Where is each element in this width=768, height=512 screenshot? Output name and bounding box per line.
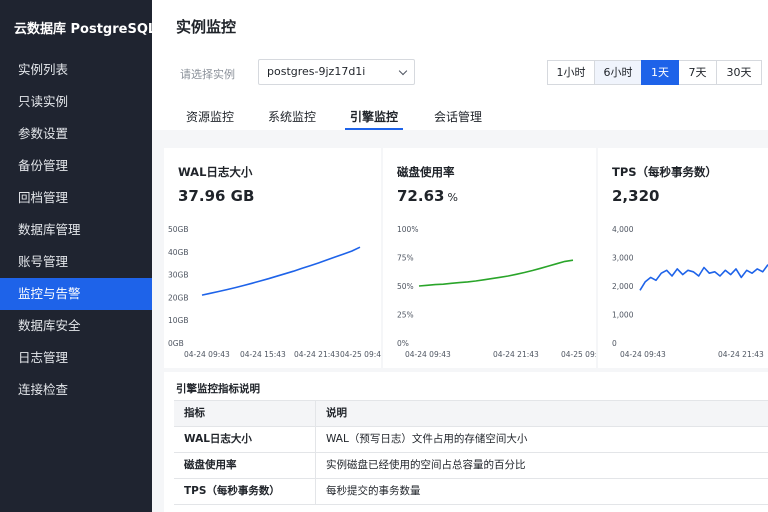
tab-system-monitoring[interactable]: 系统监控 xyxy=(268,101,316,130)
page-title: 实例监控 xyxy=(176,18,237,36)
product-name: 云数据库 PostgreSQL xyxy=(14,22,157,37)
y-tick-label: 20GB xyxy=(168,293,189,302)
x-tick-label: 04-24 21:43 xyxy=(294,350,340,359)
y-tick-label: 75% xyxy=(397,254,414,263)
tab-resource-monitoring[interactable]: 资源监控 xyxy=(186,101,234,130)
tab-session-management[interactable]: 会话管理 xyxy=(434,101,482,130)
sidebar-item-parameters[interactable]: 参数设置 xyxy=(0,118,152,150)
y-tick-label: 0% xyxy=(397,339,409,348)
sidebar-item-logs[interactable]: 日志管理 xyxy=(0,342,152,374)
x-tick-label: 04-24 21:43 xyxy=(718,350,764,359)
range-button-7d[interactable]: 7天 xyxy=(678,60,717,85)
y-tick-label: 100% xyxy=(397,225,418,234)
chart-card-tps: TPS（每秒事务数） 2,320 4,000 3,000 2,000 1,000 0 04… xyxy=(598,148,768,368)
column-header-description: 说明 xyxy=(326,407,347,419)
metric-name: WAL日志大小 xyxy=(174,427,316,452)
table-row: TPS（每秒事务数） 每秒提交的事务数量 xyxy=(174,479,768,505)
wal-size-chart: 50GB 40GB 30GB 20GB 10GB 0GB04-24 09:43 04-24 … xyxy=(168,225,381,359)
x-tick-label: 04-24 15:43 xyxy=(240,350,286,359)
instance-select-value: postgres-9jz17d1i xyxy=(267,65,366,78)
sidebar-nav: 实例列表 只读实例 参数设置 备份管理 回档管理 数据库管理 账号管理 监控与告… xyxy=(0,54,152,406)
sidebar-item-rollback[interactable]: 回档管理 xyxy=(0,182,152,214)
range-button-6h[interactable]: 6小时 xyxy=(594,60,642,85)
range-button-1d[interactable]: 1天 xyxy=(641,60,679,85)
sidebar-item-monitoring[interactable]: 监控与告警 xyxy=(0,278,152,310)
range-button-1h[interactable]: 1小时 xyxy=(547,60,595,85)
y-tick-label: 0 xyxy=(612,339,617,348)
metrics-table: 指标 说明 WAL日志大小 WAL（预写日志）文件占用的存储空间大小 磁盘使用率… xyxy=(174,400,768,505)
metric-description: WAL（预写日志）文件占用的存储空间大小 xyxy=(326,433,528,445)
x-tick-label: 04-24 21:43 xyxy=(493,350,539,359)
sidebar-item-database-management[interactable]: 数据库管理 xyxy=(0,214,152,246)
monitor-header: 实例监控 请选择实例 postgres-9jz17d1i 1小时 6小时 1天 … xyxy=(152,0,768,130)
y-tick-label: 2,000 xyxy=(612,282,634,291)
table-header-row: 指标 说明 xyxy=(174,401,768,427)
sidebar-item-backup[interactable]: 备份管理 xyxy=(0,150,152,182)
chevron-down-icon xyxy=(398,66,408,76)
y-tick-label: 4,000 xyxy=(612,225,634,234)
chart-card-wal-size: WAL日志大小 37.96 GB 50GB 40GB 30GB 20GB 10GB 0GB… xyxy=(164,148,381,368)
sidebar-item-readonly-instances[interactable]: 只读实例 xyxy=(0,86,152,118)
column-header-metric: 指标 xyxy=(174,401,316,426)
sidebar: 云数据库 PostgreSQL 实例列表 只读实例 参数设置 备份管理 回档管理… xyxy=(0,0,157,512)
instance-select[interactable]: postgres-9jz17d1i xyxy=(258,59,415,85)
x-tick-label: 04-24 09:43 xyxy=(620,350,666,359)
series-line xyxy=(639,264,768,291)
metric-description: 实例磁盘已经使用的空间占总容量的百分比 xyxy=(326,459,526,471)
table-title: 引擎监控指标说明 xyxy=(176,383,260,395)
monitor-tabs: 资源监控 系统监控 引擎监控 会话管理 xyxy=(172,101,482,130)
table-row: WAL日志大小 WAL（预写日志）文件占用的存储空间大小 xyxy=(174,427,768,453)
metrics-description-panel: 引擎监控指标说明 指标 说明 WAL日志大小 WAL（预写日志）文件占用的存储空… xyxy=(164,372,768,512)
metric-name: 磁盘使用率 xyxy=(174,453,316,478)
y-tick-label: 50GB xyxy=(168,225,189,234)
sidebar-item-instance-list[interactable]: 实例列表 xyxy=(0,54,152,86)
y-tick-label: 3,000 xyxy=(612,254,634,263)
x-tick-label: 04-24 09:43 xyxy=(184,350,230,359)
range-button-30d[interactable]: 30天 xyxy=(716,60,762,85)
y-tick-label: 50% xyxy=(397,282,414,291)
y-tick-label: 25% xyxy=(397,311,414,320)
y-tick-label: 30GB xyxy=(168,271,189,280)
sidebar-item-connection-check[interactable]: 连接检查 xyxy=(0,374,152,406)
series-line xyxy=(201,246,361,296)
chart-card-disk-usage: 磁盘使用率 72.63% 100% 75% 50% 25% 0% 04-24 09:43 0… xyxy=(383,148,596,368)
disk-usage-chart: 100% 75% 50% 25% 0% 04-24 09:43 04-24 21:43 04-… xyxy=(397,225,596,359)
sidebar-item-accounts[interactable]: 账号管理 xyxy=(0,246,152,278)
y-tick-label: 0GB xyxy=(168,339,184,348)
x-tick-label: 04-25 09:43 xyxy=(340,350,381,359)
main-content: 实例监控 请选择实例 postgres-9jz17d1i 1小时 6小时 1天 … xyxy=(152,0,768,512)
table-row: 磁盘使用率 实例磁盘已经使用的空间占总容量的百分比 xyxy=(174,453,768,479)
metric-description: 每秒提交的事务数量 xyxy=(326,485,421,497)
instance-label: 请选择实例 xyxy=(180,68,235,81)
tps-chart: 4,000 3,000 2,000 1,000 004-24 09:43 04-24 21… xyxy=(612,225,768,359)
y-tick-label: 1,000 xyxy=(612,311,634,320)
sidebar-item-security[interactable]: 数据库安全 xyxy=(0,310,152,342)
tab-engine-monitoring[interactable]: 引擎监控 xyxy=(345,101,404,130)
series-line xyxy=(418,259,574,287)
y-tick-label: 40GB xyxy=(168,248,189,257)
x-tick-label: 04-25 09:43 xyxy=(561,350,596,359)
metric-name: TPS（每秒事务数） xyxy=(174,479,316,504)
time-range-selector: 1小时 6小时 1天 7天 30天 xyxy=(547,60,762,85)
y-tick-label: 10GB xyxy=(168,316,189,325)
x-tick-label: 04-24 09:43 xyxy=(405,350,451,359)
